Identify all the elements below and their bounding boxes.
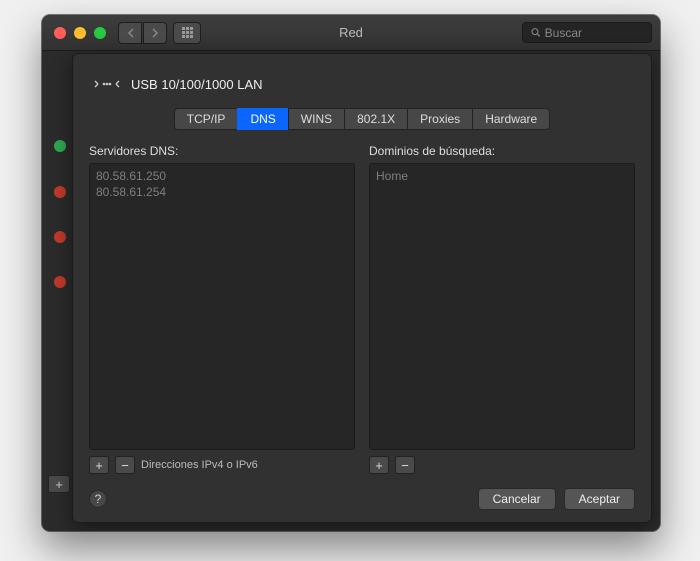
dns-panels: Servidores DNS: 80.58.61.250 80.58.61.25… (89, 144, 635, 474)
dns-servers-label: Servidores DNS: (89, 144, 355, 158)
search-icon (531, 27, 541, 38)
add-button[interactable]: + (89, 456, 109, 474)
list-item[interactable]: 80.58.61.250 (96, 168, 348, 184)
help-button[interactable]: ? (89, 490, 107, 508)
status-dot-icon (54, 140, 66, 152)
remove-button[interactable]: − (115, 456, 135, 474)
tab-tcpip[interactable]: TCP/IP (174, 108, 238, 130)
tab-bar: TCP/IP DNS WINS 802.1X Proxies Hardware (89, 108, 635, 130)
ethernet-adapter-icon (93, 74, 121, 94)
sheet-footer: ? Cancelar Aceptar (89, 488, 635, 510)
search-domains-footer: + − (369, 456, 635, 474)
search-domains-list[interactable]: Home (369, 163, 635, 450)
forward-button[interactable] (143, 22, 167, 44)
tab-dns[interactable]: DNS (237, 108, 287, 130)
add-button[interactable]: + (48, 475, 70, 493)
search-domains-label: Dominios de búsqueda: (369, 144, 635, 158)
minimize-icon[interactable] (74, 27, 86, 39)
nav-buttons (118, 22, 167, 44)
back-button[interactable] (118, 22, 142, 44)
adapter-name: USB 10/100/1000 LAN (131, 77, 263, 92)
bg-add-remove: + (48, 475, 70, 493)
dns-servers-panel: Servidores DNS: 80.58.61.250 80.58.61.25… (89, 144, 355, 474)
tab-hardware[interactable]: Hardware (472, 108, 550, 130)
list-item[interactable]: 80.58.61.254 (96, 184, 348, 200)
tab-wins[interactable]: WINS (288, 108, 344, 130)
close-icon[interactable] (54, 27, 66, 39)
status-dot-icon (54, 186, 66, 198)
accept-button[interactable]: Aceptar (564, 488, 635, 510)
grid-icon (182, 27, 193, 38)
cancel-button[interactable]: Cancelar (478, 488, 556, 510)
remove-button[interactable]: − (395, 456, 415, 474)
dns-servers-list[interactable]: 80.58.61.250 80.58.61.254 (89, 163, 355, 450)
preferences-window: Red + USB 10/ (42, 15, 660, 531)
sheet-header: USB 10/100/1000 LAN (93, 74, 631, 94)
show-all-button[interactable] (173, 22, 201, 44)
search-field[interactable] (522, 22, 652, 43)
dns-servers-footer: + − Direcciones IPv4 o IPv6 (89, 456, 355, 474)
status-dot-icon (54, 231, 66, 243)
add-button[interactable]: + (369, 456, 389, 474)
tab-8021x[interactable]: 802.1X (344, 108, 407, 130)
tab-proxies[interactable]: Proxies (407, 108, 472, 130)
search-input[interactable] (545, 26, 643, 40)
search-domains-panel: Dominios de búsqueda: Home + − (369, 144, 635, 474)
dns-hint: Direcciones IPv4 o IPv6 (141, 459, 258, 471)
zoom-icon[interactable] (94, 27, 106, 39)
advanced-sheet: USB 10/100/1000 LAN TCP/IP DNS WINS 802.… (72, 53, 652, 523)
list-item[interactable]: Home (376, 168, 628, 184)
status-dot-icon (54, 276, 66, 288)
window-controls (54, 27, 106, 39)
titlebar: Red (42, 15, 660, 51)
